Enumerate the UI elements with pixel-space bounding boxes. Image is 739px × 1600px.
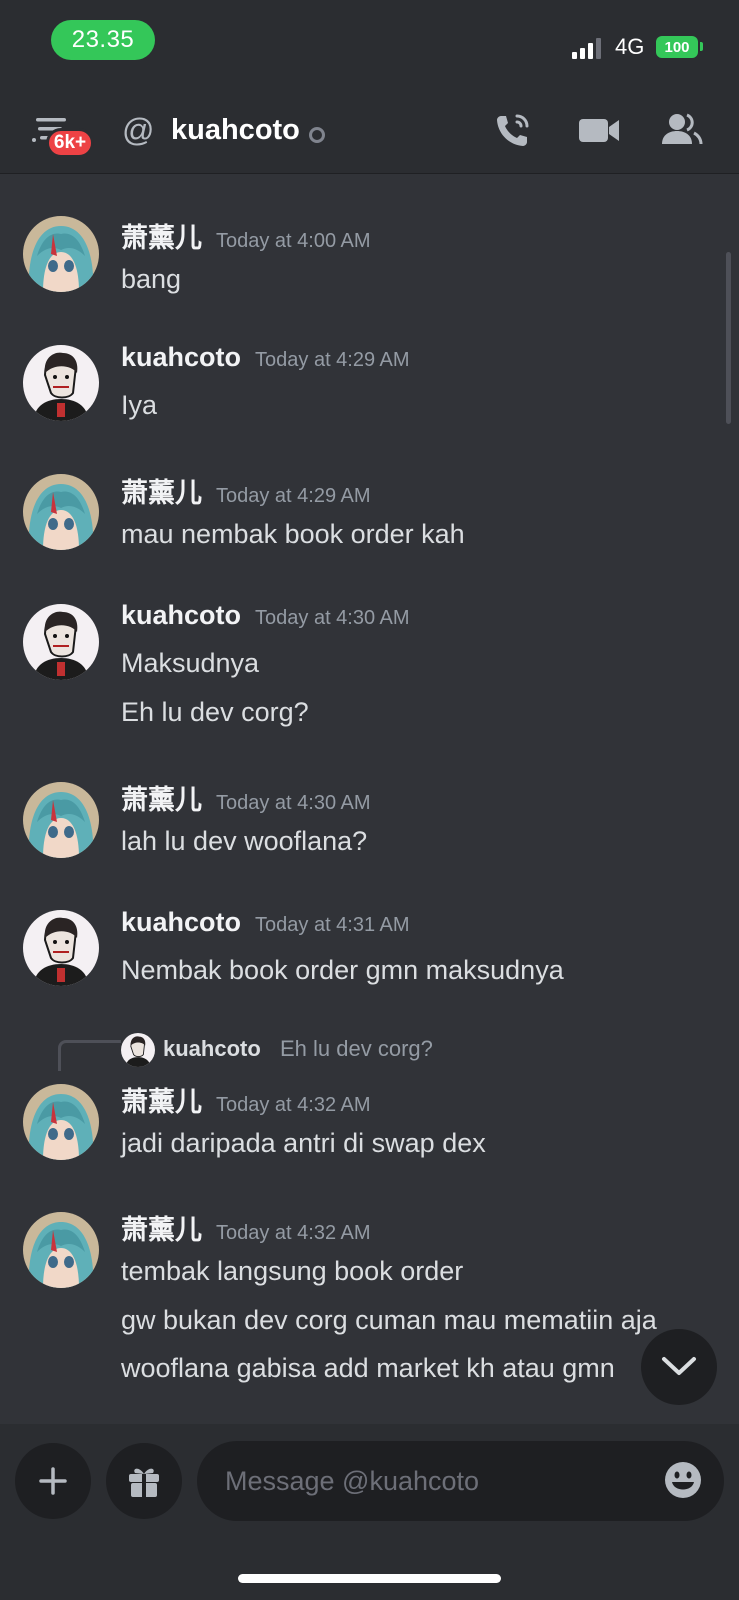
message-text: Iya: [121, 390, 158, 420]
sketch-man-avatar-icon: [121, 1033, 155, 1067]
message-author[interactable]: 萧薰儿 Today at 4:32 AM: [121, 1208, 371, 1247]
anime-girl-avatar-icon: [23, 216, 99, 292]
message-text: jadi daripada antri di swap dex: [121, 1128, 486, 1158]
avatar[interactable]: [23, 782, 99, 858]
message-text: Maksudnya: [121, 648, 260, 678]
message-timestamp: Today at 4:29 AM: [216, 485, 371, 507]
message-timestamp: Today at 4:29 AM: [255, 349, 410, 371]
scrollbar[interactable]: [726, 252, 731, 424]
add-attachment-button[interactable]: [15, 1443, 91, 1519]
reply-avatar[interactable]: [121, 1033, 155, 1067]
network-type: 4G: [615, 34, 645, 59]
notification-badge: 6k+: [46, 128, 94, 158]
page-title[interactable]: kuahcoto: [171, 114, 300, 147]
anime-girl-avatar-icon: [23, 474, 99, 550]
message-input[interactable]: [197, 1441, 724, 1521]
video-camera-icon[interactable]: [577, 110, 621, 150]
message-timestamp: Today at 4:30 AM: [216, 792, 371, 814]
message-author[interactable]: kuahcoto Today at 4:31 AM: [121, 907, 410, 938]
message-timestamp: Today at 4:32 AM: [216, 1222, 371, 1244]
message-timestamp: Today at 4:00 AM: [216, 230, 371, 252]
offline-status-icon: [309, 127, 325, 143]
message-author[interactable]: 萧薰儿 Today at 4:32 AM: [121, 1080, 371, 1119]
avatar[interactable]: [23, 604, 99, 680]
message-timestamp: Today at 4:30 AM: [255, 607, 410, 629]
avatar[interactable]: [23, 1084, 99, 1160]
plus-icon: [39, 1467, 67, 1495]
message-author[interactable]: 萧薰儿 Today at 4:00 AM: [121, 216, 371, 255]
home-indicator[interactable]: [238, 1574, 501, 1583]
status-time: 23.35: [51, 20, 155, 60]
avatar[interactable]: [23, 474, 99, 550]
message-text: tembak langsung book order: [121, 1256, 464, 1286]
message-timestamp: Today at 4:32 AM: [216, 1094, 371, 1116]
reply-spine: [58, 1040, 121, 1071]
avatar[interactable]: [23, 216, 99, 292]
message-text: gw bukan dev corg cuman mau mematiin aja: [121, 1305, 657, 1335]
avatar[interactable]: [23, 910, 99, 986]
message-text: wooflana gabisa add market kh atau gmn: [121, 1353, 615, 1383]
reply-preview[interactable]: Eh lu dev corg?: [280, 1036, 433, 1062]
phone-icon[interactable]: [493, 110, 537, 150]
message-text: Nembak book order gmn maksudnya: [121, 955, 564, 985]
message-text: mau nembak book order kah: [121, 519, 465, 549]
battery-tip: [700, 42, 703, 51]
message-text: lah lu dev wooflana?: [121, 826, 368, 856]
message-author[interactable]: kuahcoto Today at 4:29 AM: [121, 342, 410, 373]
jump-to-latest-button[interactable]: [641, 1329, 717, 1405]
message-author[interactable]: 萧薰儿 Today at 4:30 AM: [121, 778, 371, 817]
message-text: Eh lu dev corg?: [121, 697, 309, 727]
channel-header: [0, 95, 739, 174]
sketch-man-avatar-icon: [23, 604, 99, 680]
cellular-signal-icon: [572, 38, 601, 59]
avatar[interactable]: [23, 1212, 99, 1288]
anime-girl-avatar-icon: [23, 1084, 99, 1160]
sketch-man-avatar-icon: [23, 345, 99, 421]
anime-girl-avatar-icon: [23, 1212, 99, 1288]
reply-author[interactable]: kuahcoto: [163, 1036, 261, 1062]
message-text: bang: [121, 264, 182, 294]
message-author[interactable]: kuahcoto Today at 4:30 AM: [121, 600, 410, 631]
emoji-icon[interactable]: [663, 1460, 703, 1500]
members-icon[interactable]: [660, 110, 704, 150]
at-icon: @: [122, 112, 155, 148]
gift-button[interactable]: [106, 1443, 182, 1519]
sketch-man-avatar-icon: [23, 910, 99, 986]
chevron-down-icon: [662, 1357, 696, 1375]
anime-girl-avatar-icon: [23, 782, 99, 858]
message-author[interactable]: 萧薰儿 Today at 4:29 AM: [121, 471, 371, 510]
gift-icon: [129, 1468, 159, 1497]
battery-level: 100: [656, 36, 698, 58]
avatar[interactable]: [23, 345, 99, 421]
message-timestamp: Today at 4:31 AM: [255, 914, 410, 936]
